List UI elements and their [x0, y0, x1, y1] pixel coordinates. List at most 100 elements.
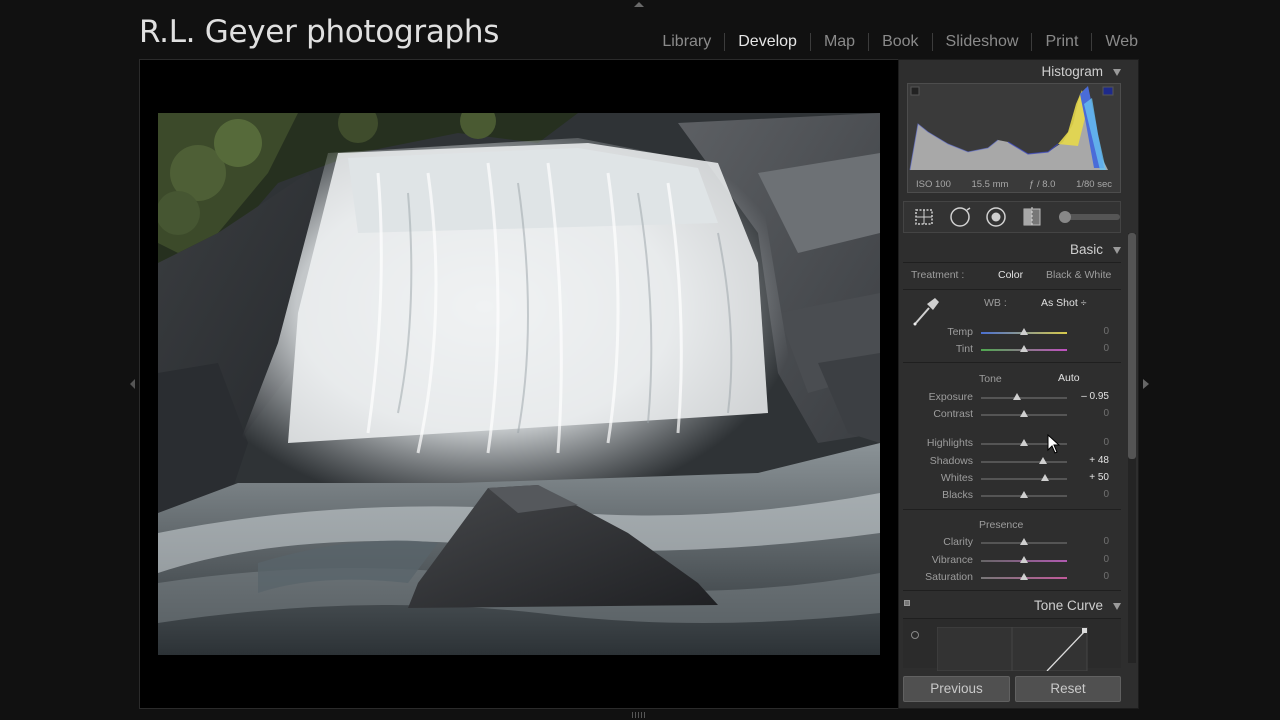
left-panel-toggle[interactable]: [130, 379, 135, 389]
slider-thumb[interactable]: [1020, 555, 1028, 563]
slider-label: Temp: [947, 326, 973, 338]
mouse-cursor-icon: [1047, 434, 1061, 454]
slider-value[interactable]: 0: [1073, 536, 1109, 547]
_wb-tint-row[interactable]: Tint 0: [899, 341, 1139, 358]
iso-value: ISO 100: [916, 179, 951, 190]
module-book[interactable]: Book: [869, 32, 931, 52]
tone-shadows-row[interactable]: Shadows + 48: [899, 453, 1139, 470]
slider-track[interactable]: [981, 397, 1067, 399]
slider-value[interactable]: 0: [1073, 326, 1109, 337]
treatment-label: Treatment :: [911, 269, 965, 281]
collapse-triangle-icon[interactable]: [1113, 69, 1121, 76]
_presence-saturation-row[interactable]: Saturation 0: [899, 569, 1139, 586]
slider-label: Highlights: [926, 437, 973, 449]
slider-thumb[interactable]: [1038, 457, 1047, 464]
tone-curve-title: Tone Curve: [1033, 598, 1103, 613]
tone-blacks-row[interactable]: Blacks 0: [899, 487, 1139, 504]
tone-highlights-row[interactable]: Highlights 0: [899, 435, 1139, 452]
slider-label: Contrast: [933, 408, 973, 420]
previous-button[interactable]: Previous: [903, 676, 1010, 702]
slider-track[interactable]: [981, 478, 1067, 480]
module-map[interactable]: Map: [811, 32, 868, 52]
highlight-clipping-icon[interactable]: [1102, 86, 1114, 96]
slider-label: Vibrance: [931, 553, 973, 566]
basic-header[interactable]: Basic: [899, 239, 1127, 261]
slider-thumb[interactable]: [1040, 474, 1049, 481]
tone-whites-row[interactable]: Whites + 50: [899, 470, 1139, 487]
reset-button[interactable]: Reset: [1015, 676, 1121, 702]
slider-value[interactable]: 0: [1073, 408, 1109, 419]
divider: [903, 362, 1121, 363]
divider: [903, 590, 1121, 591]
waterfall-photo[interactable]: [158, 113, 880, 655]
slider-value[interactable]: 0: [1073, 437, 1109, 448]
_presence-vibrance-row[interactable]: Vibrance 0: [899, 552, 1139, 569]
_presence-clarity-row[interactable]: Clarity 0: [899, 534, 1139, 551]
slider-thumb[interactable]: [1020, 328, 1028, 335]
tone-curve-graph[interactable]: [937, 627, 1097, 671]
treatment-color-option[interactable]: Color: [998, 269, 1023, 281]
slider-thumb[interactable]: [1020, 410, 1028, 417]
slider-value[interactable]: 0: [1073, 343, 1109, 354]
shutter-speed: 1/80 sec: [1076, 179, 1112, 190]
spot-removal-icon[interactable]: [948, 205, 972, 229]
tool-strip: [903, 201, 1121, 233]
collapse-triangle-icon[interactable]: [1113, 247, 1121, 254]
module-print[interactable]: Print: [1032, 32, 1091, 52]
filmstrip-toggle[interactable]: [632, 712, 646, 718]
slider-value[interactable]: 0: [1073, 554, 1109, 565]
right-panel-toggle[interactable]: [1143, 379, 1149, 389]
slider-value[interactable]: + 48: [1073, 455, 1109, 466]
module-slideshow[interactable]: Slideshow: [933, 32, 1032, 52]
tone-curve-header[interactable]: Tone Curve: [899, 595, 1127, 617]
slider-label: Saturation: [925, 571, 973, 583]
histogram[interactable]: ISO 100 15.5 mm ƒ / 8.0 1/80 sec: [907, 83, 1121, 193]
wb-label: WB :: [984, 297, 1007, 309]
divider: [903, 289, 1121, 290]
red-eye-icon[interactable]: [984, 205, 1008, 229]
identity-plate: R.L. Geyer photographs: [139, 14, 500, 50]
tone-exposure-row[interactable]: Exposure – 0.95: [899, 389, 1139, 406]
focal-length: 15.5 mm: [971, 179, 1009, 190]
tone-curve-editor[interactable]: [903, 618, 1121, 671]
slider-thumb[interactable]: [1020, 491, 1028, 498]
slider-value[interactable]: – 0.95: [1073, 391, 1109, 402]
tone-contrast-row[interactable]: Contrast 0: [899, 406, 1139, 423]
slider-value[interactable]: 0: [1073, 571, 1109, 582]
slider-value[interactable]: + 50: [1073, 472, 1109, 483]
crop-overlay-icon[interactable]: [912, 205, 936, 229]
histogram-info: ISO 100 15.5 mm ƒ / 8.0 1/80 sec: [908, 179, 1120, 190]
module-library[interactable]: Library: [649, 32, 724, 52]
image-viewer: [139, 59, 899, 709]
right-panel: Histogram ISO 100 15.5 mm ƒ / 8.0 1/80 s…: [898, 59, 1139, 709]
slider-label: Whites: [940, 472, 973, 484]
slider-label: Exposure: [928, 391, 973, 403]
shadow-clipping-icon[interactable]: [910, 86, 920, 96]
histogram-header[interactable]: Histogram: [899, 61, 1127, 83]
slider-thumb[interactable]: [1020, 439, 1028, 446]
slider-label: Tint: [955, 343, 973, 355]
tone-label: Tone: [979, 373, 1002, 385]
slider-thumb[interactable]: [1020, 538, 1028, 545]
module-develop[interactable]: Develop: [725, 32, 810, 52]
target-adjustment-icon[interactable]: [911, 631, 919, 639]
slider-value[interactable]: 0: [1073, 489, 1109, 500]
treatment-bw-option[interactable]: Black & White: [1046, 269, 1111, 281]
basic-title: Basic: [1069, 242, 1103, 257]
slider-label: Clarity: [943, 536, 973, 548]
slider-track[interactable]: [981, 461, 1067, 463]
slider-thumb[interactable]: [1020, 345, 1028, 352]
slider-thumb[interactable]: [1020, 573, 1028, 580]
top-panel-toggle[interactable]: [634, 2, 644, 7]
adjustment-brush-slider[interactable]: [1059, 211, 1120, 223]
_wb-temp-row[interactable]: Temp 0: [899, 324, 1139, 341]
collapse-triangle-icon[interactable]: [1113, 603, 1121, 610]
slider-label: Blacks: [942, 489, 973, 501]
divider: [903, 262, 1121, 263]
slider-thumb[interactable]: [1013, 393, 1022, 400]
module-web[interactable]: Web: [1092, 32, 1138, 52]
wb-select[interactable]: As Shot ÷: [1041, 297, 1086, 309]
divider: [903, 509, 1121, 510]
graduated-filter-icon[interactable]: [1020, 205, 1044, 229]
tone-auto-button[interactable]: Auto: [1058, 372, 1080, 384]
